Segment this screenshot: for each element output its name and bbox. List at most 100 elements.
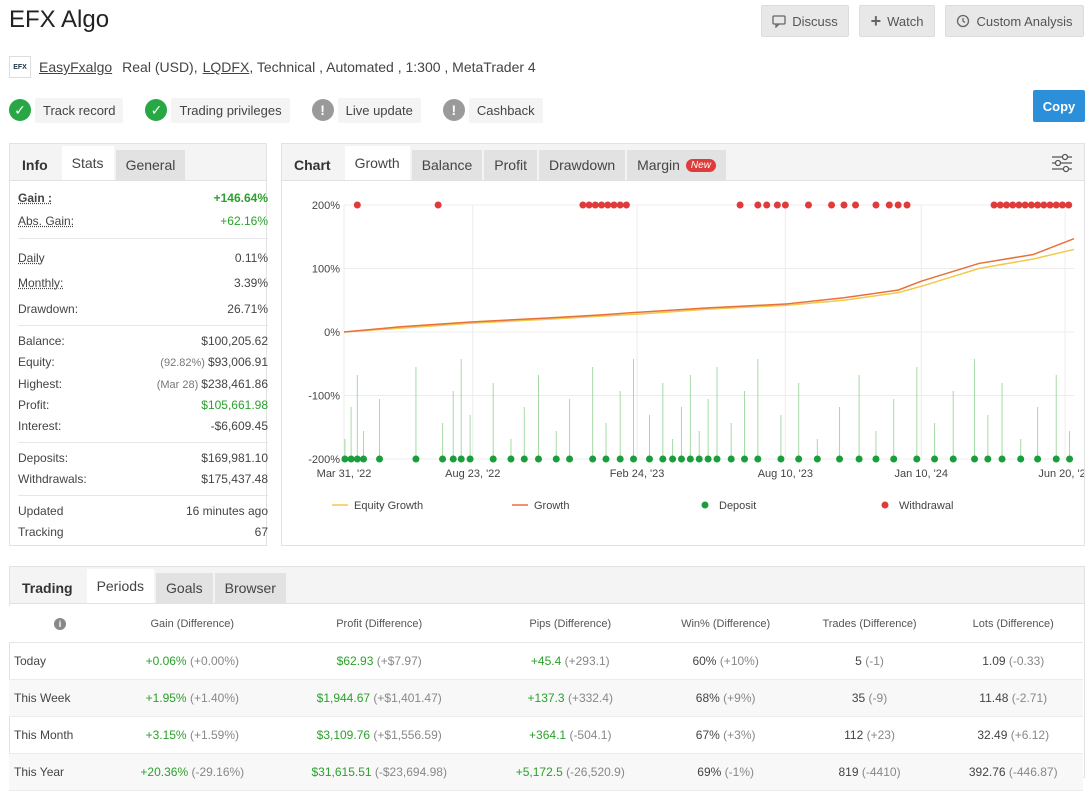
- comment-icon: [772, 15, 786, 28]
- deposit-point: [686, 455, 694, 463]
- stat-abs-gain: Abs. Gain: +62.16%: [18, 214, 268, 228]
- tab-browser[interactable]: Browser: [214, 573, 286, 603]
- x-tick-label: Jan 10, '24: [895, 468, 948, 480]
- deposit-point: [589, 455, 597, 463]
- deposit-point: [795, 455, 803, 463]
- deposit-point: [971, 455, 979, 463]
- deposit-point: [520, 455, 528, 463]
- deposit-point: [949, 455, 957, 463]
- withdrawal-point: [885, 201, 893, 209]
- x-tick-label: Feb 24, '23: [610, 468, 665, 480]
- deposit-point: [659, 455, 667, 463]
- y-tick-label: 0%: [324, 327, 340, 339]
- stat-monthly: Monthly: 3.39%: [18, 276, 268, 290]
- watch-label: Watch: [887, 13, 924, 29]
- equity-growth-line: [343, 248, 1075, 333]
- custom-analysis-button[interactable]: Custom Analysis: [945, 5, 1084, 37]
- deposit-point: [913, 455, 921, 463]
- table-row: This Month +3.15% (+1.59%) $3,109.76 (+$…: [9, 716, 1083, 754]
- trading-tabbar: Trading Periods Goals Browser: [10, 567, 1084, 604]
- deposit-point: [552, 455, 560, 463]
- deposit-point: [534, 455, 542, 463]
- deposit-point: [777, 455, 785, 463]
- withdrawal-point: [1009, 201, 1017, 209]
- check-icon: ✓: [145, 99, 168, 121]
- deposit-point: [695, 455, 703, 463]
- legend-swatch: [701, 501, 709, 509]
- stat-daily: Daily 0.11%: [18, 251, 268, 265]
- badge-trading-privileges[interactable]: ✓ Trading privileges: [145, 97, 290, 123]
- withdrawal-point: [598, 201, 606, 209]
- withdrawal-point: [604, 201, 612, 209]
- stat-deposits: Deposits: $169,981.10: [18, 451, 268, 465]
- table-row: Today +0.06% (+0.00%) $62.93 (+$7.97) +4…: [9, 642, 1083, 680]
- withdrawal-point: [1015, 201, 1023, 209]
- broker-link[interactable]: LQDFX: [203, 59, 250, 75]
- discuss-button[interactable]: Discuss: [761, 5, 849, 37]
- deposit-point: [347, 455, 355, 463]
- tab-goals[interactable]: Goals: [156, 573, 213, 603]
- plus-icon: +: [870, 10, 882, 31]
- deposit-point: [855, 455, 863, 463]
- deposit-point: [931, 455, 939, 463]
- withdrawal-point: [804, 201, 812, 209]
- withdrawal-point: [1040, 201, 1048, 209]
- watch-button[interactable]: + Watch: [859, 5, 935, 37]
- exclamation-icon: !: [442, 99, 465, 121]
- deposit-point: [616, 455, 624, 463]
- withdrawal-point: [353, 201, 361, 209]
- legend-label: Equity Growth: [354, 500, 423, 512]
- badge-cashback[interactable]: ! Cashback: [442, 97, 543, 123]
- deposit-point: [704, 455, 712, 463]
- tab-stats[interactable]: Stats: [61, 146, 114, 180]
- deposit-point: [645, 455, 653, 463]
- withdrawal-point: [754, 201, 762, 209]
- custom-analysis-label: Custom Analysis: [976, 13, 1073, 29]
- deposit-point: [890, 455, 898, 463]
- x-tick-label: Aug 10, '23: [758, 468, 813, 480]
- copy-button[interactable]: Copy: [1033, 90, 1085, 122]
- discuss-label: Discuss: [792, 13, 838, 29]
- withdrawal-point: [1021, 201, 1029, 209]
- stat-tracking: Tracking 67: [18, 525, 268, 539]
- deposit-point: [353, 455, 361, 463]
- periods-table: i Gain (Difference) Profit (Difference) …: [9, 606, 1083, 791]
- deposit-point: [1034, 455, 1042, 463]
- withdrawal-point: [852, 201, 860, 209]
- deposit-point: [466, 455, 474, 463]
- deposit-point: [872, 455, 880, 463]
- info-icon[interactable]: i: [54, 618, 66, 630]
- withdrawal-point: [622, 201, 630, 209]
- withdrawal-point: [1065, 201, 1073, 209]
- x-tick-label: Jun 20, '24: [1038, 468, 1084, 480]
- tab-margin[interactable]: Margin New: [627, 150, 726, 180]
- deposit-point: [376, 455, 384, 463]
- badge-live-update[interactable]: ! Live update: [311, 97, 421, 123]
- deposit-point: [507, 455, 515, 463]
- tab-drawdown[interactable]: Drawdown: [538, 150, 626, 180]
- tab-growth[interactable]: Growth: [344, 146, 410, 180]
- owner-link[interactable]: EasyFxalgo: [39, 59, 112, 75]
- chart-settings-icon[interactable]: [1051, 153, 1073, 173]
- deposit-point: [360, 455, 368, 463]
- withdrawal-point: [773, 201, 781, 209]
- withdrawal-point: [996, 201, 1004, 209]
- withdrawal-point: [781, 201, 789, 209]
- withdrawal-point: [591, 201, 599, 209]
- account-type: Real (USD),: [122, 59, 198, 75]
- tab-profit[interactable]: Profit: [484, 150, 537, 180]
- stat-drawdown: Drawdown: 26.71%: [18, 302, 268, 316]
- deposit-point: [566, 455, 574, 463]
- deposit-point: [489, 455, 497, 463]
- deposit-point: [1017, 455, 1025, 463]
- withdrawal-point: [434, 201, 442, 209]
- tab-general[interactable]: General: [115, 150, 186, 180]
- new-badge: New: [685, 158, 716, 172]
- info-tabbar: Info Stats General: [10, 144, 266, 181]
- tab-balance[interactable]: Balance: [411, 150, 483, 180]
- deposit-point: [813, 455, 821, 463]
- withdrawal-point: [872, 201, 880, 209]
- badge-track-record[interactable]: ✓ Track record: [9, 97, 124, 123]
- deposit-point: [449, 455, 457, 463]
- tab-periods[interactable]: Periods: [86, 569, 155, 603]
